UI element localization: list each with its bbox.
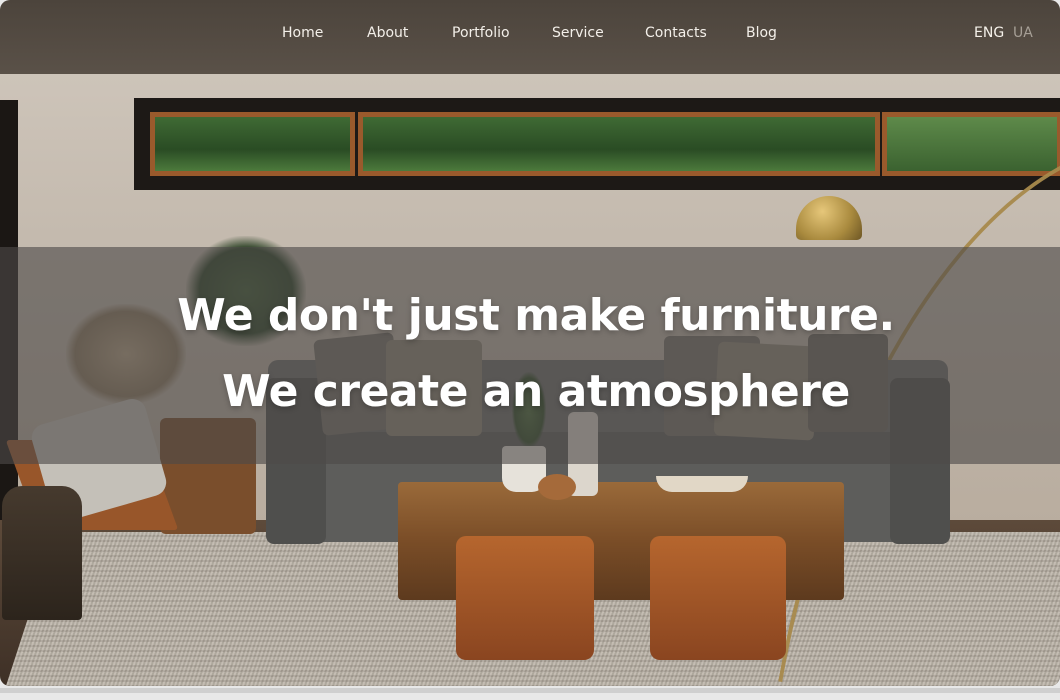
nav-about[interactable]: About bbox=[367, 25, 408, 41]
leather-ottoman bbox=[650, 536, 786, 660]
decorative-bowl bbox=[656, 476, 748, 492]
window-pane bbox=[358, 112, 880, 176]
clay-pot bbox=[538, 474, 576, 500]
nav-home[interactable]: Home bbox=[282, 25, 323, 41]
page-frame: Home About Portfolio Service Contacts Bl… bbox=[0, 0, 1060, 686]
pedestal-table bbox=[2, 486, 82, 620]
nav-portfolio[interactable]: Portfolio bbox=[452, 25, 510, 41]
main-nav: Home About Portfolio Service Contacts Bl… bbox=[0, 0, 1060, 70]
window-pane bbox=[150, 112, 355, 176]
window-pane bbox=[882, 112, 1060, 176]
hero-headline-line1: We don't just make furniture. bbox=[177, 290, 895, 341]
leather-ottoman bbox=[456, 536, 594, 660]
nav-blog[interactable]: Blog bbox=[746, 25, 777, 41]
language-eng[interactable]: ENG bbox=[974, 25, 1004, 41]
page-bottom-edge bbox=[0, 686, 1060, 700]
language-ua[interactable]: UA bbox=[1013, 25, 1033, 41]
hero-overlay-band bbox=[0, 247, 1060, 464]
nav-contacts[interactable]: Contacts bbox=[645, 25, 707, 41]
hero-headline-line2: We create an atmosphere bbox=[222, 366, 850, 417]
nav-service[interactable]: Service bbox=[552, 25, 604, 41]
